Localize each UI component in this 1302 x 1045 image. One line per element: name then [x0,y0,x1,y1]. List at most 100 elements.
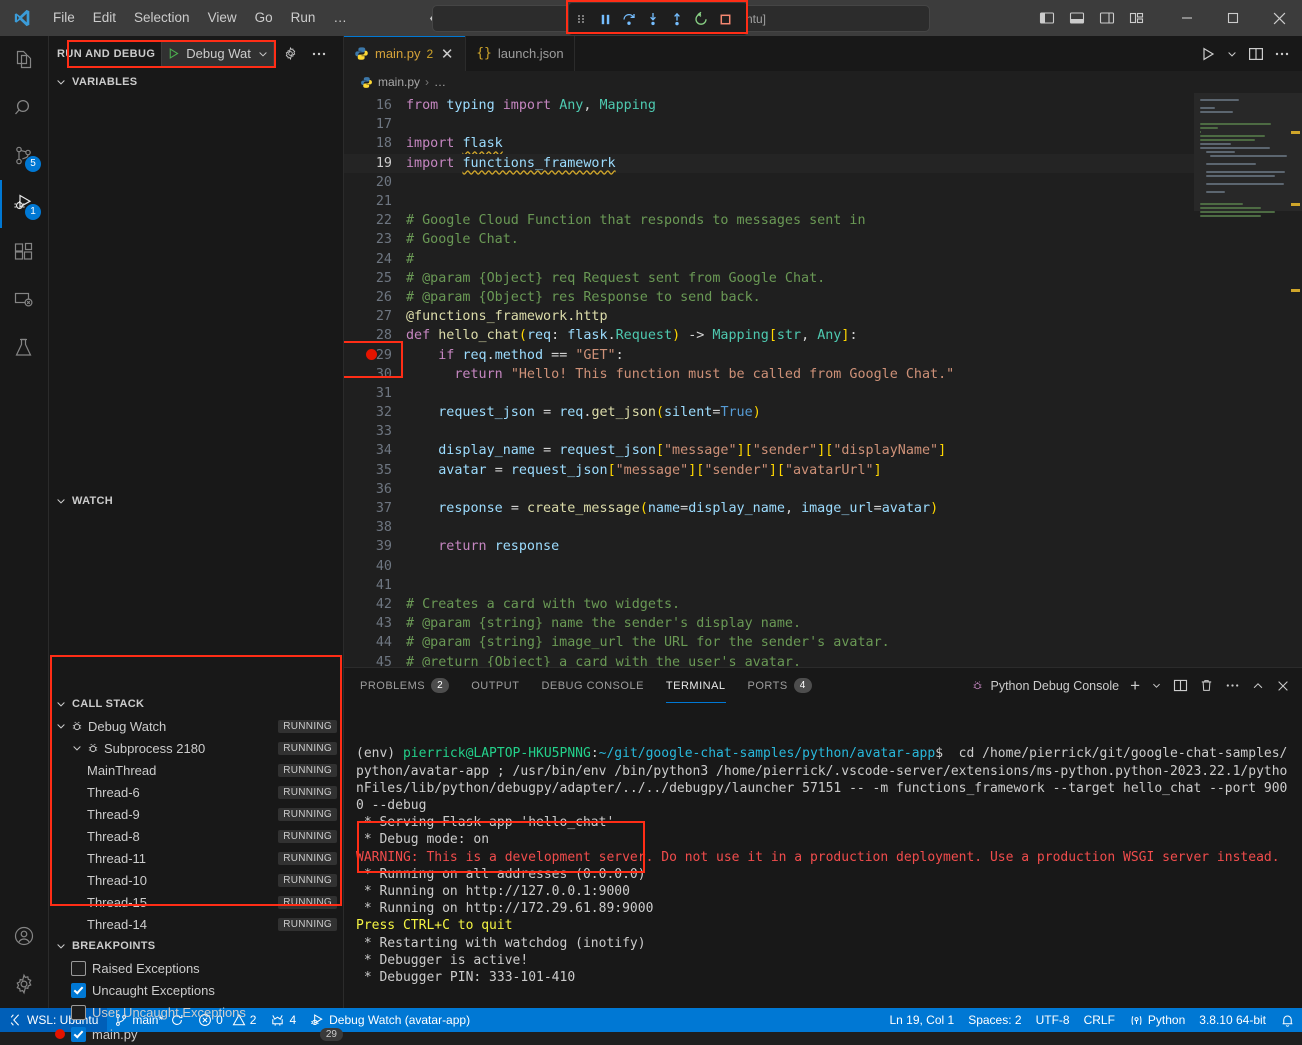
menu-go[interactable]: Go [246,0,282,36]
activitybar-item-remote-explorer[interactable] [0,276,48,324]
code-line[interactable]: 44# @param {string} image_url the URL fo… [344,633,1194,652]
activitybar-item-search[interactable] [0,84,48,132]
status-notifications[interactable] [1273,1008,1302,1032]
minimap[interactable] [1194,93,1302,667]
debug-toolbar-drag-handle[interactable] [569,4,593,34]
split-editor-icon[interactable] [1248,46,1264,62]
debug-toolbar[interactable] [568,2,748,36]
chevron-down-icon[interactable] [55,720,67,732]
call-stack-row[interactable]: MainThreadRUNNING [49,759,343,781]
editor-more-actions-icon[interactable] [1274,46,1290,62]
code-scroll-area[interactable]: 16from typing import Any, Mapping1718imp… [344,93,1194,667]
status-language-mode[interactable]: Python [1122,1008,1192,1032]
code-line[interactable]: 23# Google Chat. [344,230,1194,249]
code-line[interactable]: 24# [344,250,1194,269]
activitybar-item-accounts[interactable] [0,912,48,960]
code-line[interactable]: 39 return response [344,537,1194,556]
run-python-file-icon[interactable] [1200,46,1216,62]
status-encoding[interactable]: UTF-8 [1029,1008,1077,1032]
activitybar-item-explorer[interactable] [0,36,48,84]
code-line[interactable]: 21 [344,192,1194,211]
toggle-primary-sidebar-icon[interactable] [1034,5,1060,31]
start-debugging-icon[interactable] [167,47,180,60]
step-out-icon[interactable] [665,4,689,34]
watch-section-header[interactable]: WATCH [49,490,343,512]
breadcrumb-symbol[interactable]: … [434,75,446,89]
call-stack-row[interactable]: Subprocess 2180RUNNING [49,737,343,759]
code-line[interactable]: 40 [344,557,1194,576]
code-line[interactable]: 25# @param {Object} req Request sent fro… [344,269,1194,288]
editor-scrollbar[interactable] [1288,93,1302,667]
terminal-dropdown-icon[interactable] [1151,680,1162,691]
call-stack-row[interactable]: Thread-14RUNNING [49,913,343,935]
close-button[interactable] [1256,0,1302,36]
code-editor[interactable]: 16from typing import Any, Mapping1718imp… [344,93,1302,667]
code-line[interactable]: 18import flask [344,134,1194,153]
code-line[interactable]: 31 [344,384,1194,403]
pause-icon[interactable] [593,4,617,34]
menu-selection[interactable]: Selection [125,0,199,36]
restart-icon[interactable] [689,4,713,34]
status-indentation[interactable]: Spaces: 2 [961,1008,1028,1032]
close-panel-icon[interactable] [1276,679,1290,693]
call-stack-row[interactable]: Thread-9RUNNING [49,803,343,825]
step-into-icon[interactable] [641,4,665,34]
chevron-down-icon[interactable] [71,742,83,754]
new-terminal-icon[interactable]: + [1130,680,1140,692]
panel-more-actions-icon[interactable] [1225,678,1240,693]
activitybar-item-testing[interactable] [0,324,48,372]
customize-layout-icon[interactable] [1124,5,1150,31]
code-line[interactable]: 35 avatar = request_json["message"]["sen… [344,461,1194,480]
step-over-icon[interactable] [617,4,641,34]
code-line[interactable]: 19import functions_framework [344,154,1194,173]
chevron-down-icon[interactable] [257,48,269,60]
toggle-panel-icon[interactable] [1064,5,1090,31]
code-line[interactable]: 30 return "Hello! This function must be … [344,365,1194,384]
menu-file[interactable]: File [44,0,84,36]
activitybar-item-extensions[interactable] [0,228,48,276]
breakpoint-row[interactable]: Raised Exceptions [49,957,343,979]
code-line[interactable]: 41 [344,576,1194,595]
editor-tab-main-py[interactable]: main.py 2 ✕ [344,36,466,71]
code-line[interactable]: 32 request_json = req.get_json(silent=Tr… [344,403,1194,422]
menu-view[interactable]: View [199,0,246,36]
stop-icon[interactable] [713,4,737,34]
code-line[interactable]: 22# Google Cloud Function that responds … [344,211,1194,230]
maximize-button[interactable] [1210,0,1256,36]
status-cursor-position[interactable]: Ln 19, Col 1 [882,1008,961,1032]
code-line[interactable]: 29 if req.method == "GET": [344,345,1194,364]
run-dropdown-icon[interactable] [1226,48,1238,60]
code-line[interactable]: 16from typing import Any, Mapping [344,96,1194,115]
panel-tab-ports[interactable]: PORTS 4 [748,668,812,703]
code-line[interactable]: 43# @param {string} name the sender's di… [344,614,1194,633]
activitybar-item-manage-settings[interactable] [0,960,48,1008]
code-line[interactable]: 42# Creates a card with two widgets. [344,595,1194,614]
code-line[interactable]: 38 [344,518,1194,537]
panel-tab-terminal[interactable]: TERMINAL [666,668,726,703]
call-stack-row[interactable]: Thread-10RUNNING [49,869,343,891]
panel-tab-output[interactable]: OUTPUT [471,668,519,703]
code-line[interactable]: 45# @return {Object} a card with the use… [344,652,1194,667]
open-launch-json-icon[interactable] [280,43,302,65]
call-stack-row[interactable]: Thread-11RUNNING [49,847,343,869]
code-line[interactable]: 17 [344,115,1194,134]
toggle-secondary-sidebar-icon[interactable] [1094,5,1120,31]
terminal-output[interactable]: (env) pierrick@LAPTOP-HKU5PNNG:~/git/goo… [344,703,1302,1008]
call-stack-row[interactable]: Thread-6RUNNING [49,781,343,803]
launch-configuration-select[interactable]: Debug Wat [161,41,274,67]
code-line[interactable]: 36 [344,480,1194,499]
menu-more[interactable]: … [324,0,356,36]
variables-section-header[interactable]: VARIABLES [49,71,343,93]
code-line[interactable]: 26# @param {Object} res Response to send… [344,288,1194,307]
code-line[interactable]: 27@functions_framework.http [344,307,1194,326]
call-stack-row[interactable]: Thread-8RUNNING [49,825,343,847]
maximize-panel-icon[interactable] [1251,679,1265,693]
menu-edit[interactable]: Edit [84,0,125,36]
close-tab-icon[interactable]: ✕ [439,45,455,63]
code-lines[interactable]: 16from typing import Any, Mapping1718imp… [344,93,1194,667]
active-terminal-entry[interactable]: Python Debug Console [970,678,1120,693]
breakpoint-checkbox[interactable] [71,1005,86,1020]
breakpoint-row[interactable]: main.py29 [49,1023,343,1045]
activitybar-item-source-control[interactable]: 5 [0,132,48,180]
panel-tab-problems[interactable]: PROBLEMS 2 [360,668,449,703]
